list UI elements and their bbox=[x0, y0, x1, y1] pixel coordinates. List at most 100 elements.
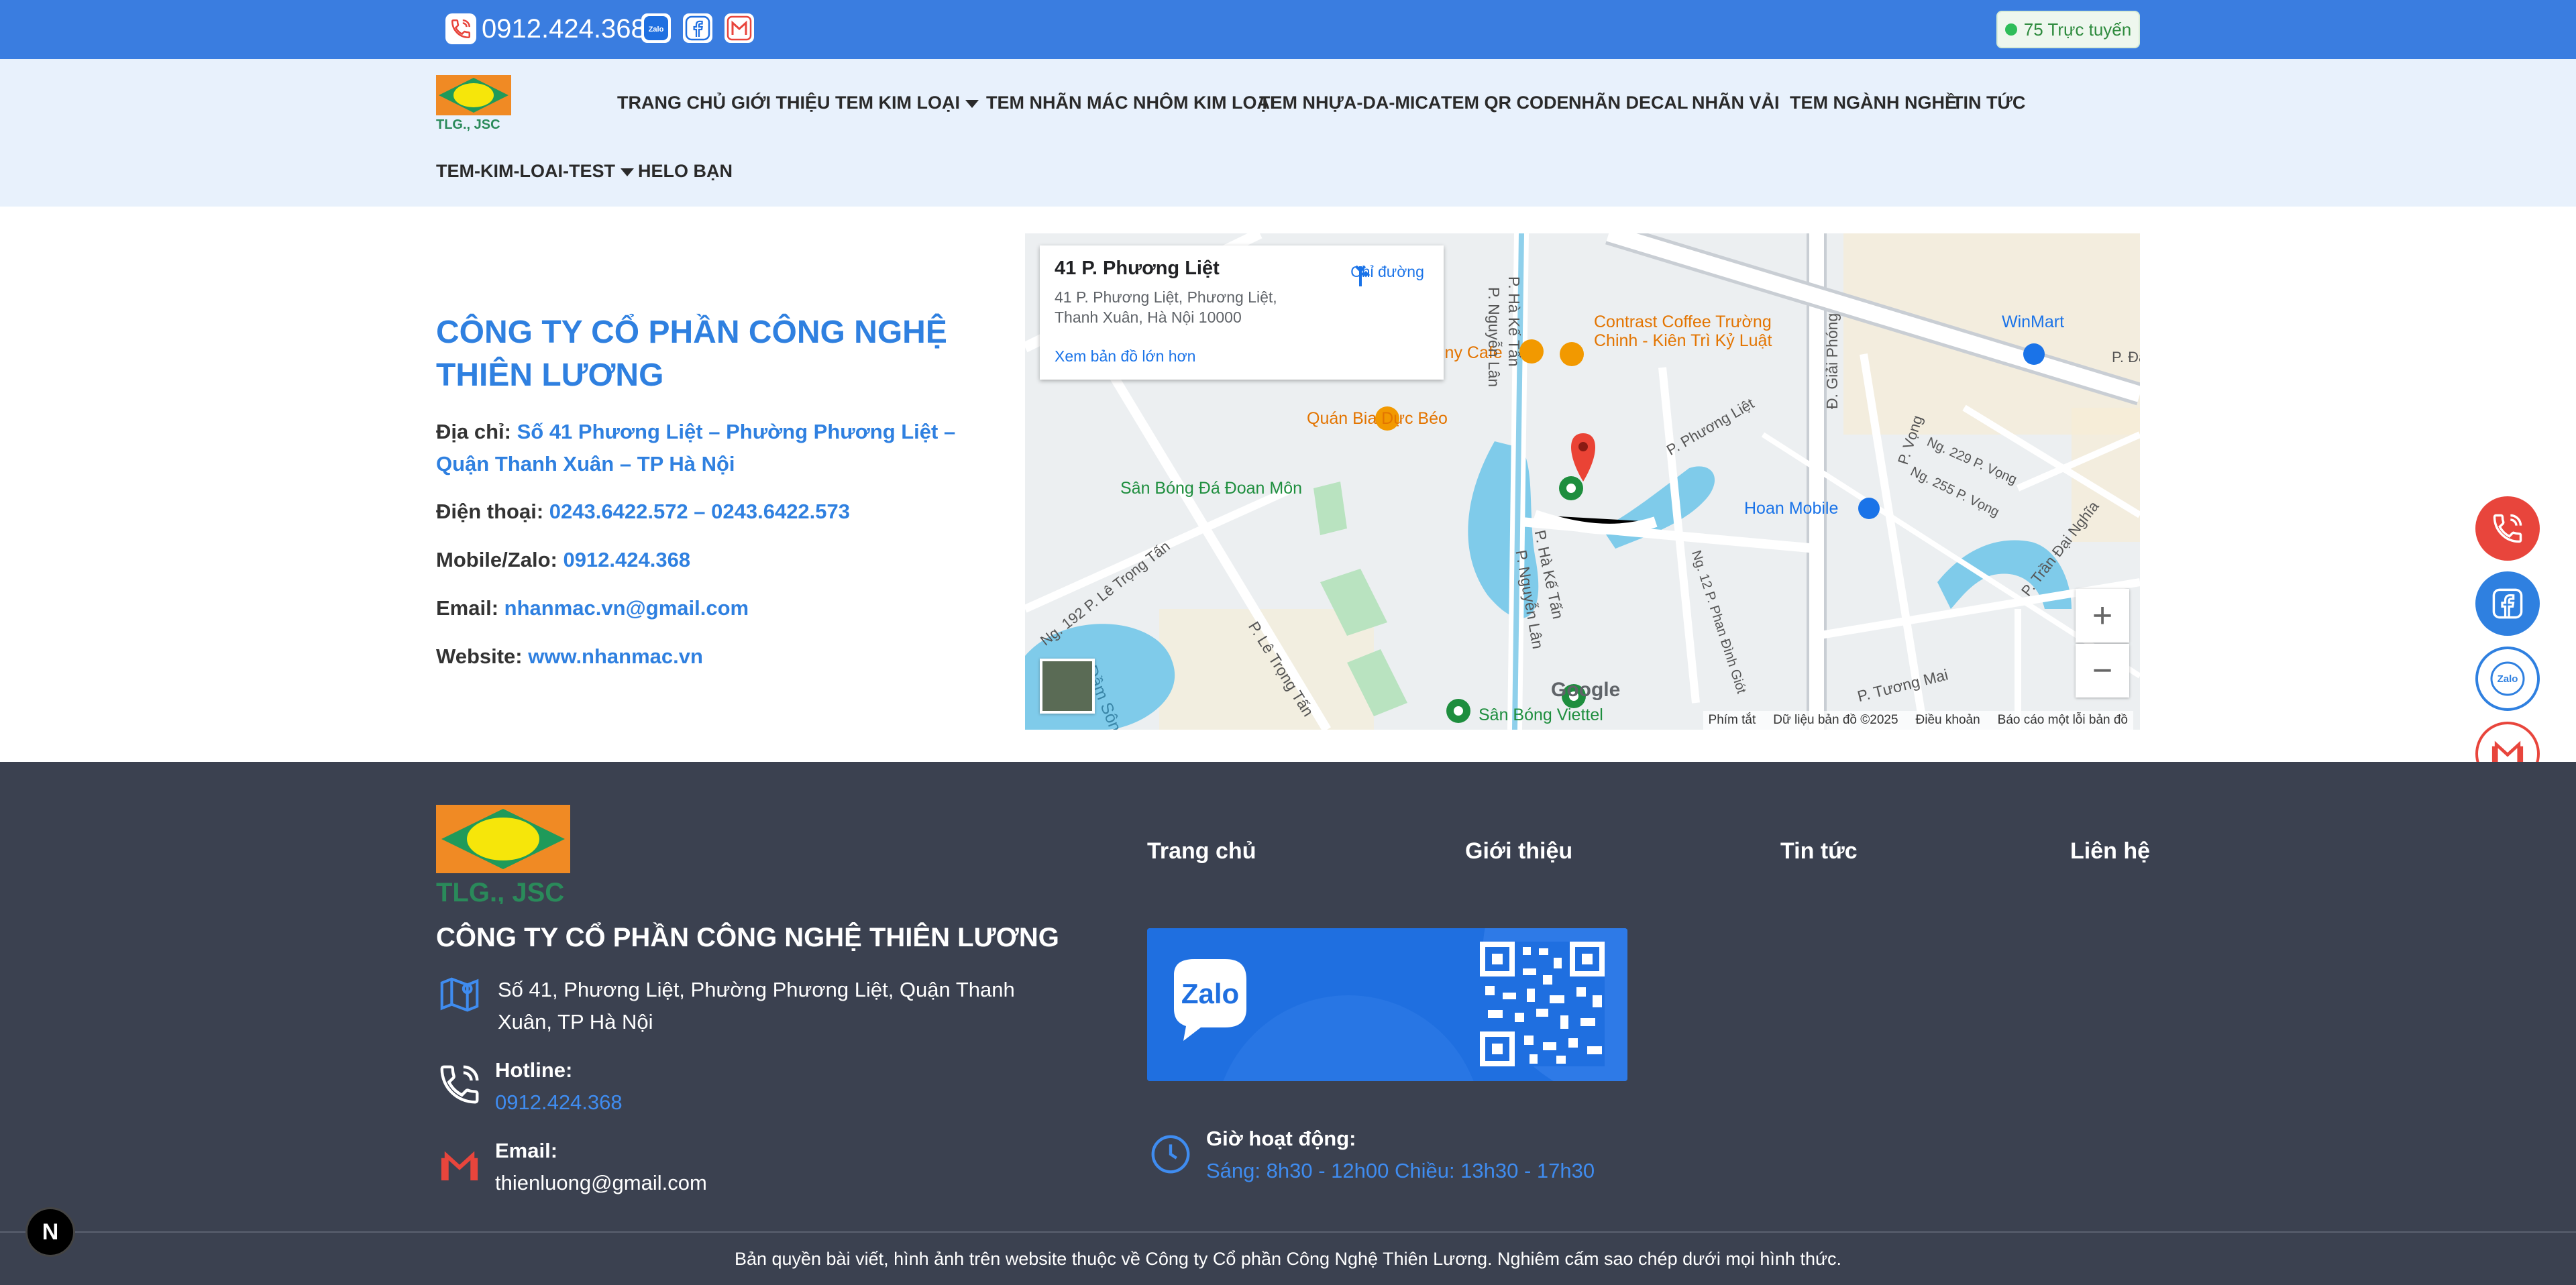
phone-value[interactable]: 0243.6422.572 – 0243.6422.573 bbox=[549, 500, 850, 523]
footer-nav-lien-he[interactable]: Liên hệ bbox=[2070, 838, 2150, 864]
dev-tools-badge[interactable]: N bbox=[25, 1207, 75, 1257]
address-value: Số 41 Phương Liệt – Phường Phương Liệt –… bbox=[436, 420, 956, 476]
map-place-card: 41 P. Phương Liệt 41 P. Phương Liệt, Phư… bbox=[1040, 245, 1444, 380]
footer-nav-tin-tuc[interactable]: Tin tức bbox=[1780, 838, 1858, 864]
topbar-phone-number[interactable]: 0912.424.368 bbox=[482, 12, 646, 46]
map-place-title: 41 P. Phương Liệt bbox=[1055, 258, 1220, 279]
nav-nhan-vai[interactable]: NHÃN VẢI bbox=[1692, 92, 1780, 113]
fab-phone-button[interactable] bbox=[2475, 496, 2540, 561]
map-label-sanbong-doan[interactable]: Sân Bóng Đá Đoan Môn bbox=[1120, 479, 1302, 498]
nav-tin-tuc[interactable]: TIN TỨC bbox=[1952, 92, 2025, 113]
footer-company-name: CÔNG TY CỔ PHẦN CÔNG NGHỆ THIÊN LƯƠNG bbox=[436, 923, 1059, 952]
map-label-winmart[interactable]: WinMart bbox=[2002, 313, 2064, 332]
hours-label: Giờ hoạt động: bbox=[1206, 1127, 1356, 1150]
footer-nav-trang-chu[interactable]: Trang chủ bbox=[1147, 838, 1256, 864]
footer-address: Số 41, Phương Liệt, Phường Phương Liệt, … bbox=[498, 978, 1015, 1033]
google-logo: Google bbox=[1551, 679, 1621, 701]
zoom-out-button[interactable]: − bbox=[2076, 644, 2129, 697]
mobile-label: Mobile/Zalo: bbox=[436, 548, 557, 571]
map-report[interactable]: Báo cáo một lỗi bản đồ bbox=[1998, 713, 2128, 728]
plus-icon: + bbox=[2092, 596, 2113, 635]
map-label-nguyenlan: P. Nguyễn Lân bbox=[1485, 287, 1503, 388]
gmail-icon[interactable] bbox=[724, 13, 754, 43]
nav-tem-qr[interactable]: TEM QR CODE bbox=[1441, 92, 1569, 113]
company-title: CÔNG TY CỔ PHẦN CÔNG NGHỆ THIÊN LƯƠNG bbox=[436, 315, 947, 393]
hours-value: Sáng: 8h30 - 12h00 Chiều: 13h30 - 17h30 bbox=[1206, 1159, 1595, 1182]
nav-tem-kim-loai-test-label: TEM-KIM-LOAI-TEST bbox=[436, 161, 615, 181]
top-bar: 0912.424.368 Zalo 75 Trực tuyến bbox=[0, 0, 2576, 59]
nav-tem-nhan-mac[interactable]: TEM NHÃN MÁC NHÔM KIM LOẠI bbox=[986, 92, 1275, 113]
mobile-line: Mobile/Zalo: 0912.424.368 bbox=[436, 544, 993, 576]
site-logo[interactable]: TLG., JSC bbox=[436, 75, 511, 132]
clock-icon bbox=[1147, 1131, 1194, 1178]
zalo-icon[interactable]: Zalo bbox=[641, 13, 671, 43]
copyright-bar: Bản quyền bài viết, hình ảnh trên websit… bbox=[0, 1231, 2576, 1285]
map-label-sanbong-viettel[interactable]: Sân Bóng Viettel bbox=[1479, 706, 1603, 725]
nav-tem-kim-loai-label: TEM KIM LOẠI bbox=[835, 93, 960, 113]
phone-icon bbox=[2493, 514, 2522, 543]
embedded-map[interactable]: Contrast Coffee Trường Chinh - Kiên Trì … bbox=[1025, 233, 2140, 730]
footer-hotline-value[interactable]: 0912.424.368 bbox=[495, 1086, 623, 1119]
footer-nav-gioi-thieu[interactable]: Giới thiệu bbox=[1465, 838, 1572, 864]
map-terms[interactable]: Điều khoản bbox=[1916, 713, 1980, 728]
phone-icon bbox=[436, 1061, 483, 1108]
zalo-card-text: Zalo bbox=[1181, 978, 1239, 1009]
nav-helo-ban[interactable]: HELO BẠN bbox=[638, 160, 733, 182]
caret-down-icon bbox=[620, 168, 634, 176]
map-data: Dữ liệu bản đồ ©2025 bbox=[1773, 713, 1898, 727]
footer-email-label: Email: bbox=[495, 1139, 558, 1162]
nav-tem-kim-loai[interactable]: TEM KIM LOẠI bbox=[835, 92, 979, 113]
map-label-hoan[interactable]: Hoan Mobile bbox=[1744, 499, 1838, 518]
online-dot bbox=[2004, 23, 2017, 36]
facebook-icon[interactable] bbox=[683, 13, 712, 43]
website-value[interactable]: www.nhanmac.vn bbox=[528, 645, 703, 668]
website-line: Website: www.nhanmac.vn bbox=[436, 640, 993, 673]
directions-button[interactable]: Chỉ đường bbox=[1347, 263, 1428, 286]
zalo-qr-card[interactable]: Zalo bbox=[1147, 928, 1627, 1081]
nav-nhan-decal[interactable]: NHÃN DECAL bbox=[1568, 92, 1688, 113]
satellite-toggle[interactable] bbox=[1040, 659, 1095, 714]
copyright-text: Bản quyền bài viết, hình ảnh trên websit… bbox=[734, 1248, 1842, 1269]
nav-tem-kim-loai-test[interactable]: TEM-KIM-LOAI-TEST bbox=[436, 160, 634, 182]
map-shortcuts[interactable]: Phím tắt bbox=[1709, 713, 1756, 728]
footer-email-value[interactable]: thienluong@gmail.com bbox=[495, 1167, 707, 1199]
zoom-in-button[interactable]: + bbox=[2076, 589, 2129, 642]
map-footer: Phím tắt Dữ liệu bản đồ ©2025 Điều khoản… bbox=[1703, 711, 2133, 730]
larger-map-link[interactable]: Xem bản đồ lớn hơn bbox=[1055, 347, 1195, 366]
zalo-icon: Zalo bbox=[2490, 661, 2525, 696]
footer-hotline-label: Hotline: bbox=[495, 1058, 573, 1082]
map-label-giaiphong: Đ. Giải Phóng bbox=[1823, 313, 1841, 409]
footer-logo-text: TLG., JSC bbox=[436, 878, 564, 904]
minus-icon: − bbox=[2092, 651, 2113, 690]
svg-text:Zalo: Zalo bbox=[649, 25, 664, 34]
fab-zalo-text: Zalo bbox=[2498, 673, 2518, 685]
nav-trang-chu[interactable]: TRANG CHỦ bbox=[617, 92, 726, 113]
email-value[interactable]: nhanmac.vn@gmail.com bbox=[504, 596, 749, 620]
online-counter: 75 Trực tuyến bbox=[1996, 11, 2140, 48]
nav-tem-nhua[interactable]: TEM NHỰA-DA-MICA bbox=[1259, 92, 1441, 113]
online-label: 75 Trực tuyến bbox=[2023, 19, 2132, 40]
nav-gioi-thieu[interactable]: GIỚI THIỆU bbox=[731, 92, 830, 113]
phone-icon[interactable] bbox=[445, 13, 476, 44]
fab-zalo-button[interactable]: Zalo bbox=[2475, 647, 2540, 711]
nav-tem-nganh-nghe[interactable]: TEM NGÀNH NGHỀ bbox=[1790, 92, 1957, 113]
map-label-bia[interactable]: Quán Bia Dực Béo bbox=[1307, 409, 1448, 429]
qr-code-icon bbox=[1480, 942, 1605, 1066]
address-line: Địa chỉ: Số 41 Phương Liệt – Phường Phươ… bbox=[436, 416, 993, 480]
map-label-contrast[interactable]: Contrast Coffee Trường Chinh - Kiên Trì … bbox=[1594, 313, 1809, 350]
caret-down-icon bbox=[965, 99, 979, 108]
map-place-address: 41 P. Phương Liệt, Phương Liệt, Thanh Xu… bbox=[1055, 288, 1277, 326]
logo-text: TLG., JSC bbox=[436, 117, 500, 131]
phone-line: Điện thoại: 0243.6422.572 – 0243.6422.57… bbox=[436, 496, 993, 528]
website-label: Website: bbox=[436, 645, 523, 668]
email-label: Email: bbox=[436, 596, 499, 620]
fab-facebook-button[interactable] bbox=[2475, 571, 2540, 636]
mobile-value[interactable]: 0912.424.368 bbox=[563, 548, 690, 571]
map-label-pdai: P. Đạ bbox=[2112, 349, 2140, 366]
map-label-hakettan: P. Hà Kế Tấn bbox=[1505, 276, 1523, 367]
address-label: Địa chỉ: bbox=[436, 420, 511, 443]
gmail-icon bbox=[436, 1143, 483, 1190]
footer-logo[interactable]: TLG., JSC bbox=[436, 805, 570, 907]
phone-label: Điện thoại: bbox=[436, 500, 544, 523]
map-icon bbox=[436, 971, 483, 1018]
